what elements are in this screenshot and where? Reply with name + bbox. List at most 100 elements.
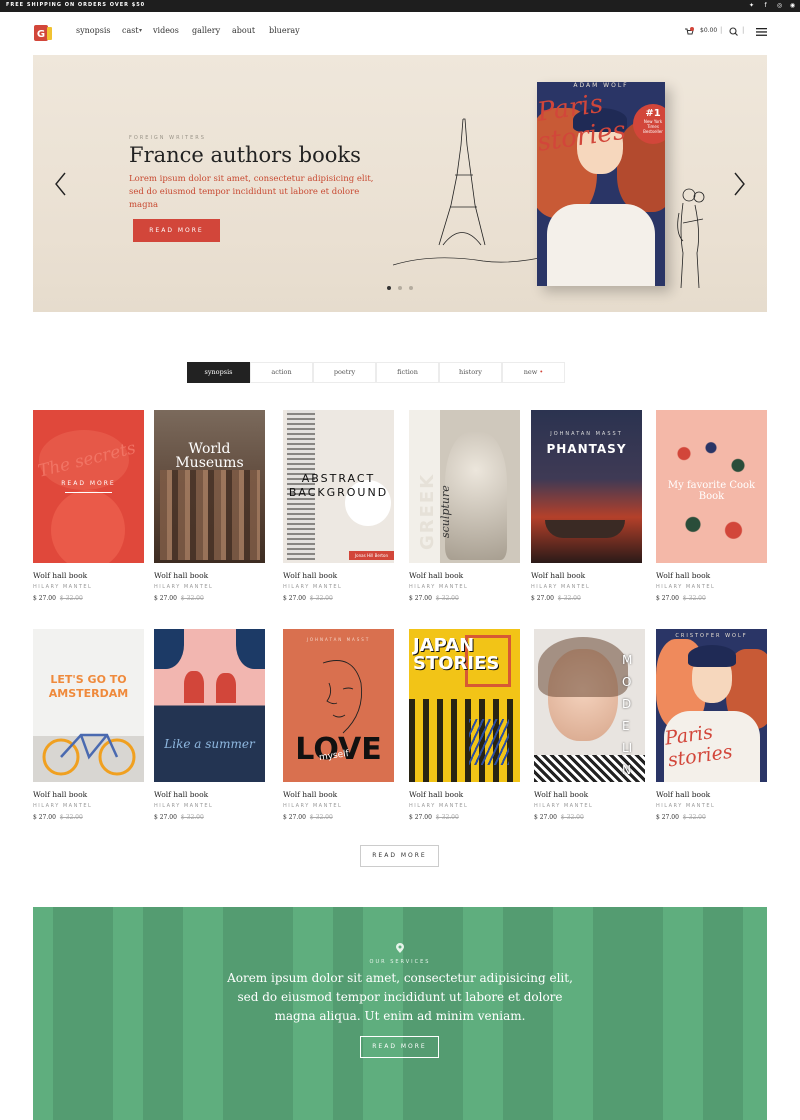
book-title[interactable]: Wolf hall book: [283, 790, 337, 799]
search-icon[interactable]: [729, 27, 738, 36]
book-cover[interactable]: ABSTRACT BACKGROUND Jonas Hill Berton: [283, 410, 394, 563]
hero-read-more-button[interactable]: READ MORE: [133, 219, 220, 242]
price-old: $ 32.00: [180, 595, 204, 602]
tab-fiction[interactable]: fiction: [376, 362, 439, 383]
cover-hair: [538, 637, 628, 697]
book-cover[interactable]: The secrets READ MORE: [33, 410, 144, 563]
pin-icon: [396, 943, 404, 953]
book-cover[interactable]: GREEK sculpture: [409, 410, 520, 563]
prev-slide-arrow-icon[interactable]: [53, 171, 69, 197]
cart-total[interactable]: $0.00: [700, 27, 717, 34]
cover-tag: Jonas Hill Berton: [349, 551, 394, 560]
cover-read-more[interactable]: READ MORE: [33, 480, 144, 487]
rss-icon[interactable]: ◉: [789, 2, 796, 9]
slider-dot[interactable]: [398, 286, 402, 290]
book-title[interactable]: Wolf hall book: [283, 571, 337, 580]
price-current: $ 27.00: [154, 814, 177, 821]
tab-new[interactable]: new •: [502, 362, 565, 383]
next-slide-arrow-icon[interactable]: [731, 171, 747, 197]
book-price: $ 27.00 $ 32.00: [283, 595, 333, 602]
cover-figure: [184, 671, 204, 703]
cover-title: JAPAN STORIES: [413, 635, 500, 674]
bicycle-icon: [42, 733, 136, 776]
book-cover[interactable]: CRISTOFER WOLF Paris stories: [656, 629, 767, 782]
book-author: HILARY MANTEL: [656, 584, 716, 590]
tab-synopsis[interactable]: synopsis: [187, 362, 250, 383]
hero-book-cover[interactable]: ADAM WOLF Paris stories #1 New York Time…: [537, 82, 665, 286]
price-current: $ 27.00: [656, 814, 679, 821]
hero-eyebrow: FOREIGN WRITERS: [129, 135, 206, 141]
services-text: Aorem ipsum dolor sit amet, consectetur …: [227, 971, 573, 1023]
price-current: $ 27.00: [534, 814, 557, 821]
cover-title: LET'S GO TO AMSTERDAM: [48, 673, 129, 700]
nav-gallery[interactable]: gallery: [192, 26, 220, 35]
book-cover[interactable]: MODELING: [534, 629, 645, 782]
badge-text: New York Times Bestseller: [643, 119, 663, 134]
hero-slider: FOREIGN WRITERS France authors books Lor…: [33, 55, 767, 312]
book-cover[interactable]: World Museums: [154, 410, 265, 563]
price-current: $ 27.00: [409, 595, 432, 602]
book-title[interactable]: Wolf hall book: [531, 571, 585, 580]
book-title[interactable]: Wolf hall book: [534, 790, 588, 799]
instagram-icon[interactable]: ◎: [776, 2, 783, 9]
book-cover[interactable]: Like a summer: [154, 629, 265, 782]
bookshelf-shade: [703, 907, 743, 1120]
tab-new-label: new: [523, 368, 538, 376]
book-title[interactable]: Wolf hall book: [409, 571, 463, 580]
cover-shape: [51, 490, 125, 563]
book-title[interactable]: Wolf hall book: [33, 790, 87, 799]
cover-figure: [216, 673, 236, 703]
tab-poetry[interactable]: poetry: [313, 362, 376, 383]
cover-title: GREEK: [417, 472, 438, 550]
nav-videos[interactable]: videos: [153, 26, 179, 35]
price-old: $ 32.00: [59, 595, 83, 602]
cover-boat: [545, 520, 625, 538]
book-author: HILARY MANTEL: [531, 584, 591, 590]
cover-crowd: [160, 470, 260, 560]
services-read-more-button[interactable]: READ MORE: [360, 1036, 439, 1058]
svg-text:G: G: [37, 29, 45, 40]
top-bar: FREE SHIPPING ON ORDERS OVER $50 ✦ f ◎ ◉: [0, 0, 800, 12]
nav-synopsis[interactable]: synopsis: [76, 26, 110, 35]
price-old: $ 32.00: [309, 595, 333, 602]
menu-icon[interactable]: [756, 28, 767, 36]
tab-history[interactable]: history: [439, 362, 502, 383]
cover-author: JOHNATAN MASST: [306, 637, 371, 642]
nav-about[interactable]: about: [232, 26, 255, 35]
book-title[interactable]: Wolf hall book: [33, 571, 87, 580]
book-price: $ 27.00 $ 32.00: [656, 814, 706, 821]
book-price: $ 27.00 $ 32.00: [33, 595, 83, 602]
slider-dot-active[interactable]: [387, 286, 391, 290]
new-marker: •: [539, 368, 544, 376]
nav-cast[interactable]: cast: [122, 26, 139, 35]
price-old: $ 32.00: [435, 595, 459, 602]
cover-leaf: [154, 629, 184, 669]
book-title[interactable]: Wolf hall book: [656, 571, 710, 580]
book-title[interactable]: Wolf hall book: [656, 790, 710, 799]
book-cover[interactable]: JOHNATAN MASST PHANTASY: [531, 410, 642, 563]
book-cover[interactable]: LET'S GO TO AMSTERDAM: [33, 629, 144, 782]
price-old: $ 32.00: [682, 814, 706, 821]
book-author: HILARY MANTEL: [534, 803, 594, 809]
price-old: $ 32.00: [557, 595, 581, 602]
divider: |: [720, 26, 723, 34]
tab-action[interactable]: action: [250, 362, 313, 383]
book-author: HILARY MANTEL: [33, 584, 93, 590]
twitter-icon[interactable]: ✦: [748, 2, 755, 9]
book-cover[interactable]: JOHNATAN MASST LOVE myself: [283, 629, 394, 782]
book-title[interactable]: Wolf hall book: [409, 790, 463, 799]
slider-dot[interactable]: [409, 286, 413, 290]
shipping-notice: FREE SHIPPING ON ORDERS OVER $50: [6, 2, 146, 8]
facebook-icon[interactable]: f: [762, 2, 769, 9]
book-cover[interactable]: JAPAN STORIES: [409, 629, 520, 782]
cart-icon[interactable]: [684, 27, 694, 37]
book-cover[interactable]: My favorite Cook Book: [656, 410, 767, 563]
book-title[interactable]: Wolf hall book: [154, 790, 208, 799]
nav-blueray[interactable]: blueray: [269, 26, 300, 35]
book-author: HILARY MANTEL: [33, 803, 93, 809]
book-title[interactable]: Wolf hall book: [154, 571, 208, 580]
load-more-button[interactable]: READ MORE: [360, 845, 439, 867]
book-price: $ 27.00 $ 32.00: [409, 595, 459, 602]
book-author: HILARY MANTEL: [656, 803, 716, 809]
logo-icon[interactable]: G: [33, 23, 53, 43]
